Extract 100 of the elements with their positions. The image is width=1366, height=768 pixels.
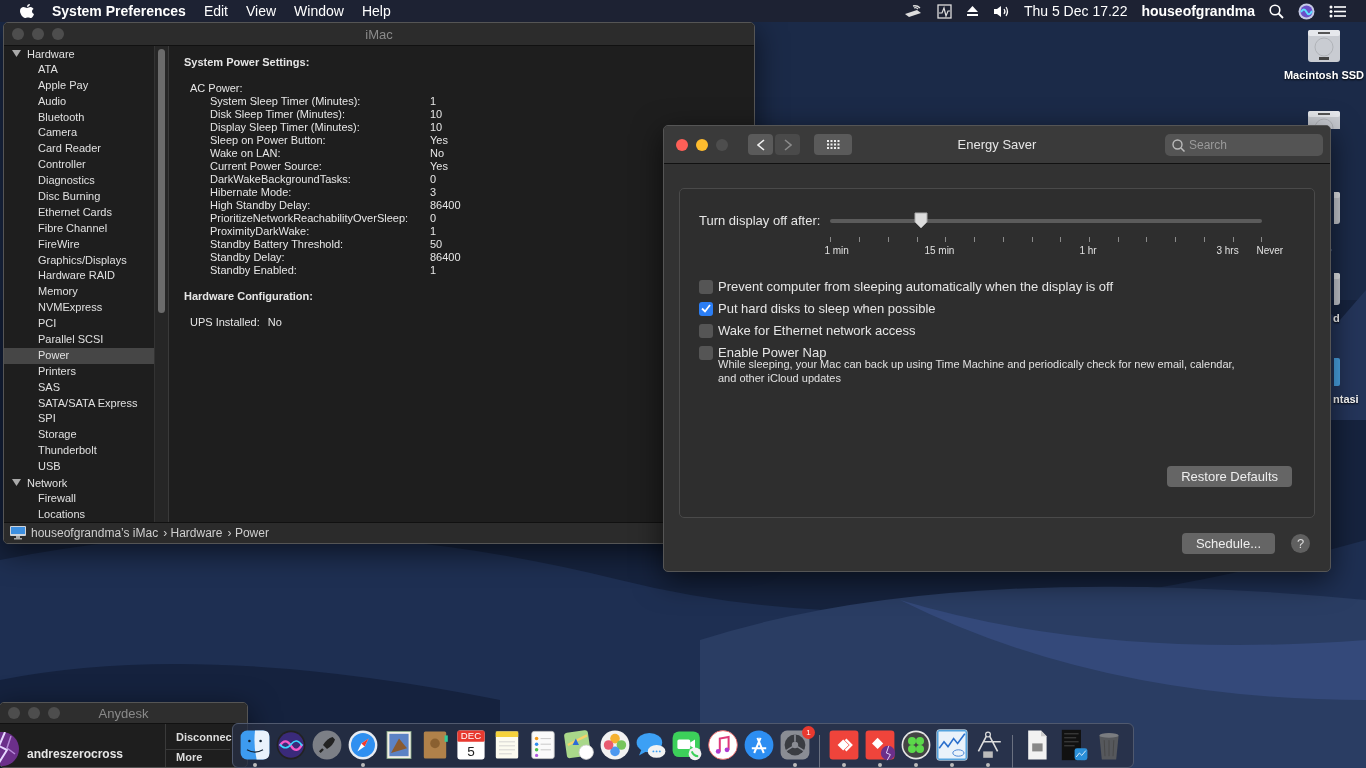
face-icon[interactable] [239, 729, 271, 761]
sidebar-item[interactable]: Apple Pay [4, 77, 154, 94]
orb-icon[interactable] [275, 729, 307, 761]
property-name: DarkWakeBackgroundTasks: [210, 173, 352, 186]
app-menu[interactable]: System Preferences [52, 3, 186, 19]
action-button[interactable]: More [166, 749, 230, 764]
disclosure-icon[interactable] [12, 49, 21, 59]
search-icon[interactable] [1269, 3, 1284, 19]
breadcrumb-item[interactable]: › Power [227, 526, 269, 540]
apple-icon[interactable] [20, 3, 34, 19]
sidebar-item[interactable]: SPI [4, 411, 154, 428]
sidebar-item[interactable]: Ethernet Cards [4, 204, 154, 221]
checkbox[interactable] [699, 323, 713, 338]
chart-icon[interactable] [936, 729, 968, 761]
sidebar-item[interactable]: Diagnostics [4, 173, 154, 189]
flower-icon[interactable] [599, 729, 631, 761]
activity-icon[interactable] [936, 3, 952, 19]
sidebar-item[interactable]: NVMExpress [4, 300, 154, 317]
checkbox[interactable] [699, 301, 713, 316]
action-button[interactable]: Disconnec [166, 730, 230, 745]
property-value: 10 [430, 121, 443, 134]
scrollbar[interactable] [154, 46, 168, 522]
menu-item[interactable]: Window [294, 3, 344, 19]
orb-icon[interactable] [1298, 2, 1315, 20]
sidebar-item[interactable]: SAS [4, 379, 154, 396]
gear-icon[interactable] [779, 729, 811, 761]
music-note-icon[interactable] [707, 729, 739, 761]
search-icon [1172, 138, 1185, 152]
checkbox[interactable] [699, 279, 713, 294]
close-button[interactable] [676, 138, 688, 151]
disclosure-icon[interactable] [12, 478, 21, 488]
rocket-icon[interactable] [311, 729, 343, 761]
sidebar-item[interactable]: Bluetooth [4, 109, 154, 126]
sidebar-item[interactable]: Locations [4, 506, 154, 522]
clock[interactable]: Thu 5 Dec 17.22 [1023, 3, 1128, 19]
stamp-icon[interactable] [383, 729, 415, 761]
help-button[interactable]: ? [1291, 534, 1310, 553]
sidebar-item[interactable]: Controller [4, 157, 154, 174]
sidebar-item[interactable]: Hardware RAID [4, 268, 154, 285]
sidebar-group-label[interactable]: Network [25, 477, 70, 489]
property-name: System Sleep Timer (Minutes): [210, 95, 362, 108]
sidebar-item[interactable]: Card Reader [4, 141, 154, 158]
icon-label: Macintosh SSD [1282, 69, 1366, 81]
list-icon[interactable] [1329, 4, 1346, 18]
group-title: AC Power: [190, 82, 243, 95]
chevron-right-icon [783, 138, 792, 151]
slider[interactable] [830, 212, 1263, 230]
calendar-icon[interactable]: DEC 5 [455, 729, 487, 761]
checkbox-label: Wake for Ethernet network access [718, 323, 916, 338]
property-value: Yes [430, 134, 448, 147]
video-camera-icon[interactable] [671, 729, 703, 761]
back-button[interactable] [748, 134, 773, 155]
scrollbar-thumb[interactable] [158, 49, 165, 313]
minimize-button[interactable] [696, 138, 708, 151]
sidebar-item[interactable]: SATA/SATA Express [4, 395, 154, 412]
compass-icon[interactable] [347, 729, 379, 761]
property-name: Standby Delay: [210, 251, 286, 264]
sidebar-item[interactable]: ATA [4, 61, 154, 78]
grid-button[interactable] [814, 134, 852, 155]
sidebar-item[interactable]: Fibre Channel [4, 220, 154, 237]
menu-item[interactable]: View [246, 3, 277, 19]
sidebar-group-label[interactable]: Hardware [25, 47, 77, 60]
sidebar-item[interactable]: PCI [4, 316, 154, 333]
sidebar-item[interactable]: Power [4, 347, 154, 364]
sidebar-item[interactable]: Firewall [4, 490, 154, 507]
property-value: 0 [430, 173, 437, 186]
sidebar-item[interactable]: USB [4, 459, 154, 476]
menu-item[interactable]: Edit [203, 3, 228, 19]
search-field[interactable]: Search [1165, 133, 1323, 156]
sidebar-item[interactable]: FireWire [4, 236, 154, 253]
app-store-icon[interactable] [743, 729, 775, 761]
sidebar-item[interactable]: Audio [4, 93, 154, 110]
speaker-icon[interactable] [992, 4, 1010, 18]
menu-item[interactable]: Help [361, 3, 391, 19]
breadcrumb-item[interactable]: › Hardware [163, 526, 223, 540]
property-value: 86400 [430, 251, 461, 264]
eject-icon[interactable] [965, 5, 979, 17]
user-name[interactable]: houseofgrandma [1141, 3, 1255, 19]
property-name: Current Power Source: [210, 160, 323, 173]
checkbox[interactable] [699, 345, 713, 360]
restore-defaults-button[interactable]: Restore Defaults [1167, 466, 1292, 487]
slider-thumb[interactable] [914, 212, 929, 229]
user-name: andreszerocross [27, 747, 124, 761]
sidebar-item[interactable]: Memory [4, 284, 154, 301]
property-name: PrioritizeNetworkReachabilityOverSleep: [210, 212, 410, 225]
tick-label: 15 min [924, 245, 955, 256]
sidebar-item[interactable]: Thunderbolt [4, 443, 154, 460]
breadcrumb-item[interactable]: houseofgrandma’s iMac [31, 526, 159, 540]
schedule-button[interactable]: Schedule... [1181, 533, 1275, 554]
sidebar-item[interactable]: Storage [4, 427, 154, 444]
property-value: 10 [430, 108, 443, 121]
property-value: 1 [430, 225, 437, 238]
property-value: 86400 [430, 199, 461, 212]
map-icon[interactable] [563, 729, 595, 761]
sidebar-item[interactable]: Camera [4, 125, 154, 142]
clover-icon[interactable] [900, 729, 932, 761]
sidebar-item[interactable]: Printers [4, 363, 154, 380]
sidebar-item[interactable]: Parallel SCSI [4, 332, 154, 348]
sidebar-item[interactable]: Disc Burning [4, 189, 154, 205]
sidebar-item[interactable]: Graphics/Displays [4, 252, 154, 269]
